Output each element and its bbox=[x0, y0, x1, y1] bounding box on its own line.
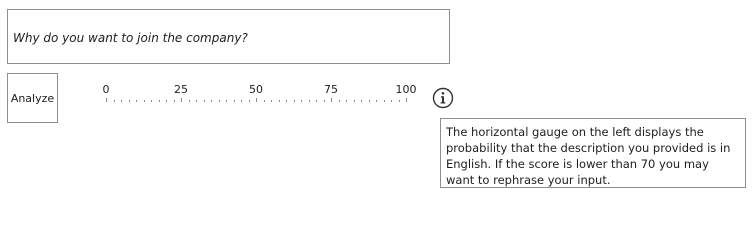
gauge-tick-label: 0 bbox=[102, 83, 110, 96]
gauge-minor-tick bbox=[173, 100, 175, 102]
gauge-major-tick bbox=[181, 98, 182, 102]
gauge-minor-tick bbox=[376, 100, 377, 102]
gauge-minor-tick bbox=[271, 100, 272, 102]
gauge-minor-tick bbox=[346, 100, 347, 102]
gauge-minor-tick bbox=[203, 100, 205, 102]
gauge-minor-tick bbox=[211, 100, 212, 102]
question-text: Why do you want to join the company? bbox=[13, 31, 248, 45]
gauge-minor-tick bbox=[323, 100, 325, 102]
gauge-minor-tick bbox=[353, 100, 355, 102]
gauge-major-tick bbox=[406, 98, 407, 102]
gauge-minor-tick bbox=[278, 100, 280, 102]
analyze-button[interactable]: Analyze bbox=[7, 73, 58, 123]
gauge-minor-tick bbox=[316, 100, 317, 102]
gauge-minor-tick bbox=[226, 100, 227, 102]
gauge-tick-label: 50 bbox=[249, 83, 263, 96]
info-icon[interactable] bbox=[432, 87, 454, 109]
gauge-minor-tick bbox=[391, 100, 392, 102]
gauge-major-tick bbox=[106, 98, 107, 102]
gauge-minor-tick bbox=[188, 100, 190, 102]
question-field[interactable]: Why do you want to join the company? bbox=[7, 9, 450, 64]
gauge-tick-label: 75 bbox=[324, 83, 338, 96]
info-tooltip: The horizontal gauge on the left display… bbox=[440, 118, 746, 188]
gauge-minor-tick bbox=[361, 100, 362, 102]
gauge-minor-tick bbox=[158, 100, 160, 102]
gauge-minor-tick bbox=[248, 100, 250, 102]
gauge-major-tick bbox=[331, 98, 332, 102]
gauge-major-tick bbox=[256, 98, 257, 102]
gauge-minor-tick bbox=[368, 100, 370, 102]
gauge-minor-tick bbox=[128, 100, 130, 102]
gauge-minor-tick bbox=[196, 100, 197, 102]
gauge-minor-tick bbox=[113, 100, 115, 102]
gauge-minor-tick bbox=[308, 100, 310, 102]
gauge-minor-tick bbox=[301, 100, 302, 102]
gauge-minor-tick bbox=[383, 100, 385, 102]
gauge-minor-tick bbox=[286, 100, 287, 102]
gauge-minor-tick bbox=[218, 100, 220, 102]
gauge-minor-tick bbox=[143, 100, 145, 102]
gauge-minor-tick bbox=[398, 100, 400, 102]
gauge-minor-tick bbox=[121, 100, 122, 102]
gauge-minor-tick bbox=[233, 100, 235, 102]
gauge-minor-tick bbox=[136, 100, 137, 102]
gauge-minor-tick bbox=[338, 100, 340, 102]
probability-gauge: 0 25 50 75 100 bbox=[92, 80, 422, 110]
gauge-minor-tick bbox=[293, 100, 295, 102]
gauge-minor-tick bbox=[241, 100, 242, 102]
gauge-minor-tick bbox=[263, 100, 265, 102]
gauge-minor-tick bbox=[151, 100, 152, 102]
gauge-minor-tick bbox=[166, 100, 167, 102]
gauge-tick-label: 100 bbox=[395, 83, 417, 96]
gauge-tick-label: 25 bbox=[174, 83, 188, 96]
